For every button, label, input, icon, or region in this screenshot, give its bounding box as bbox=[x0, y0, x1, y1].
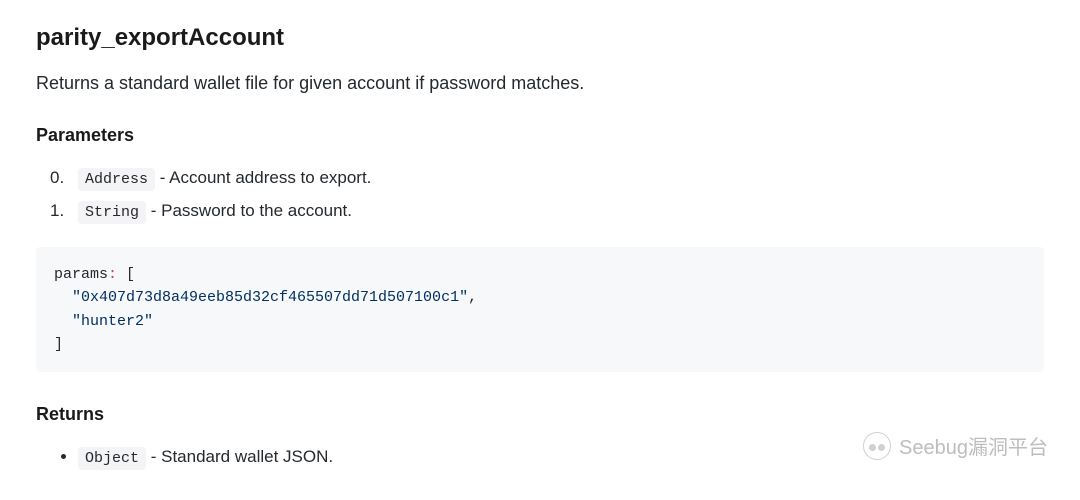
param-desc: - Password to the account. bbox=[146, 201, 352, 220]
api-method-title: parity_exportAccount bbox=[36, 24, 1044, 52]
wechat-icon bbox=[863, 432, 891, 460]
code-key: params bbox=[54, 266, 108, 283]
return-desc: - Standard wallet JSON. bbox=[146, 447, 333, 466]
code-bracket: [ bbox=[117, 266, 135, 283]
returns-heading: Returns bbox=[36, 404, 1044, 425]
code-comma: , bbox=[468, 289, 477, 306]
code-string: "0x407d73d8a49eeb85d32cf465507dd71d50710… bbox=[54, 289, 468, 306]
code-example-block: params: [ "0x407d73d8a49eeb85d32cf465507… bbox=[36, 247, 1044, 372]
list-item: String - Password to the account. bbox=[78, 195, 1044, 228]
watermark: Seebug漏洞平台 bbox=[863, 431, 1048, 460]
param-type-code: Address bbox=[78, 168, 155, 191]
param-type-code: String bbox=[78, 201, 146, 224]
watermark-text: Seebug漏洞平台 bbox=[899, 431, 1048, 460]
param-desc: - Account address to export. bbox=[155, 168, 371, 187]
parameters-list: Address - Account address to export. Str… bbox=[36, 162, 1044, 227]
return-type-code: Object bbox=[78, 447, 146, 470]
code-string: "hunter2" bbox=[54, 313, 153, 330]
list-item: Address - Account address to export. bbox=[78, 162, 1044, 195]
code-colon: : bbox=[108, 266, 117, 283]
api-description: Returns a standard wallet file for given… bbox=[36, 70, 1044, 97]
parameters-heading: Parameters bbox=[36, 125, 1044, 146]
code-bracket: ] bbox=[54, 336, 63, 353]
